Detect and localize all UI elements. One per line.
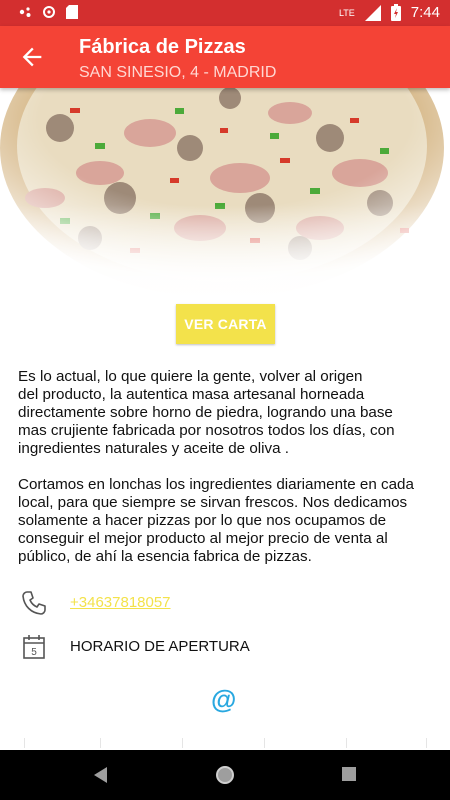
social-links-strip bbox=[0, 738, 450, 750]
home-circle-icon[interactable] bbox=[214, 764, 236, 786]
view-menu-button[interactable]: VER CARTA bbox=[176, 304, 275, 344]
arrow-back-icon[interactable] bbox=[18, 43, 46, 71]
page-title: Fábrica de Pizzas bbox=[79, 36, 246, 58]
email-button[interactable]: @ bbox=[211, 684, 236, 715]
description-paragraph: Es lo actual, lo que quiere la gente, vo… bbox=[18, 368, 395, 457]
calendar-day: 5 bbox=[31, 647, 37, 658]
hero-image bbox=[0, 88, 450, 300]
settings-icon bbox=[43, 6, 55, 18]
phone-link[interactable]: +34637818057 bbox=[70, 594, 171, 611]
assistant-icon bbox=[19, 7, 31, 17]
phone-icon bbox=[22, 591, 46, 615]
status-bar: LTE 7:44 bbox=[0, 0, 450, 26]
opening-hours-row[interactable]: 5 HORARIO DE APERTURA bbox=[0, 627, 450, 667]
page-subtitle: SAN SINESIO, 4 - MADRID bbox=[79, 64, 277, 81]
battery-icon bbox=[390, 4, 401, 21]
pizza-photo bbox=[0, 88, 450, 300]
network-label: LTE bbox=[338, 7, 355, 18]
clock: 7:44 bbox=[410, 4, 440, 21]
sd-card-icon bbox=[66, 5, 78, 19]
recents-square-icon[interactable] bbox=[341, 766, 357, 782]
back-triangle-icon[interactable] bbox=[91, 765, 109, 785]
opening-hours-label: HORARIO DE APERTURA bbox=[70, 638, 250, 655]
calendar-icon: 5 bbox=[23, 635, 45, 659]
app-bar: Fábrica de Pizzas SAN SINESIO, 4 - MADRI… bbox=[0, 26, 450, 88]
description-paragraph: Cortamos en lonchas los ingredientes dia… bbox=[18, 476, 414, 565]
signal-icon bbox=[364, 4, 381, 21]
navigation-bar bbox=[0, 750, 450, 800]
description: Es lo actual, lo que quiere la gente, vo… bbox=[18, 368, 423, 584]
phone-row[interactable]: +34637818057 bbox=[0, 583, 450, 623]
